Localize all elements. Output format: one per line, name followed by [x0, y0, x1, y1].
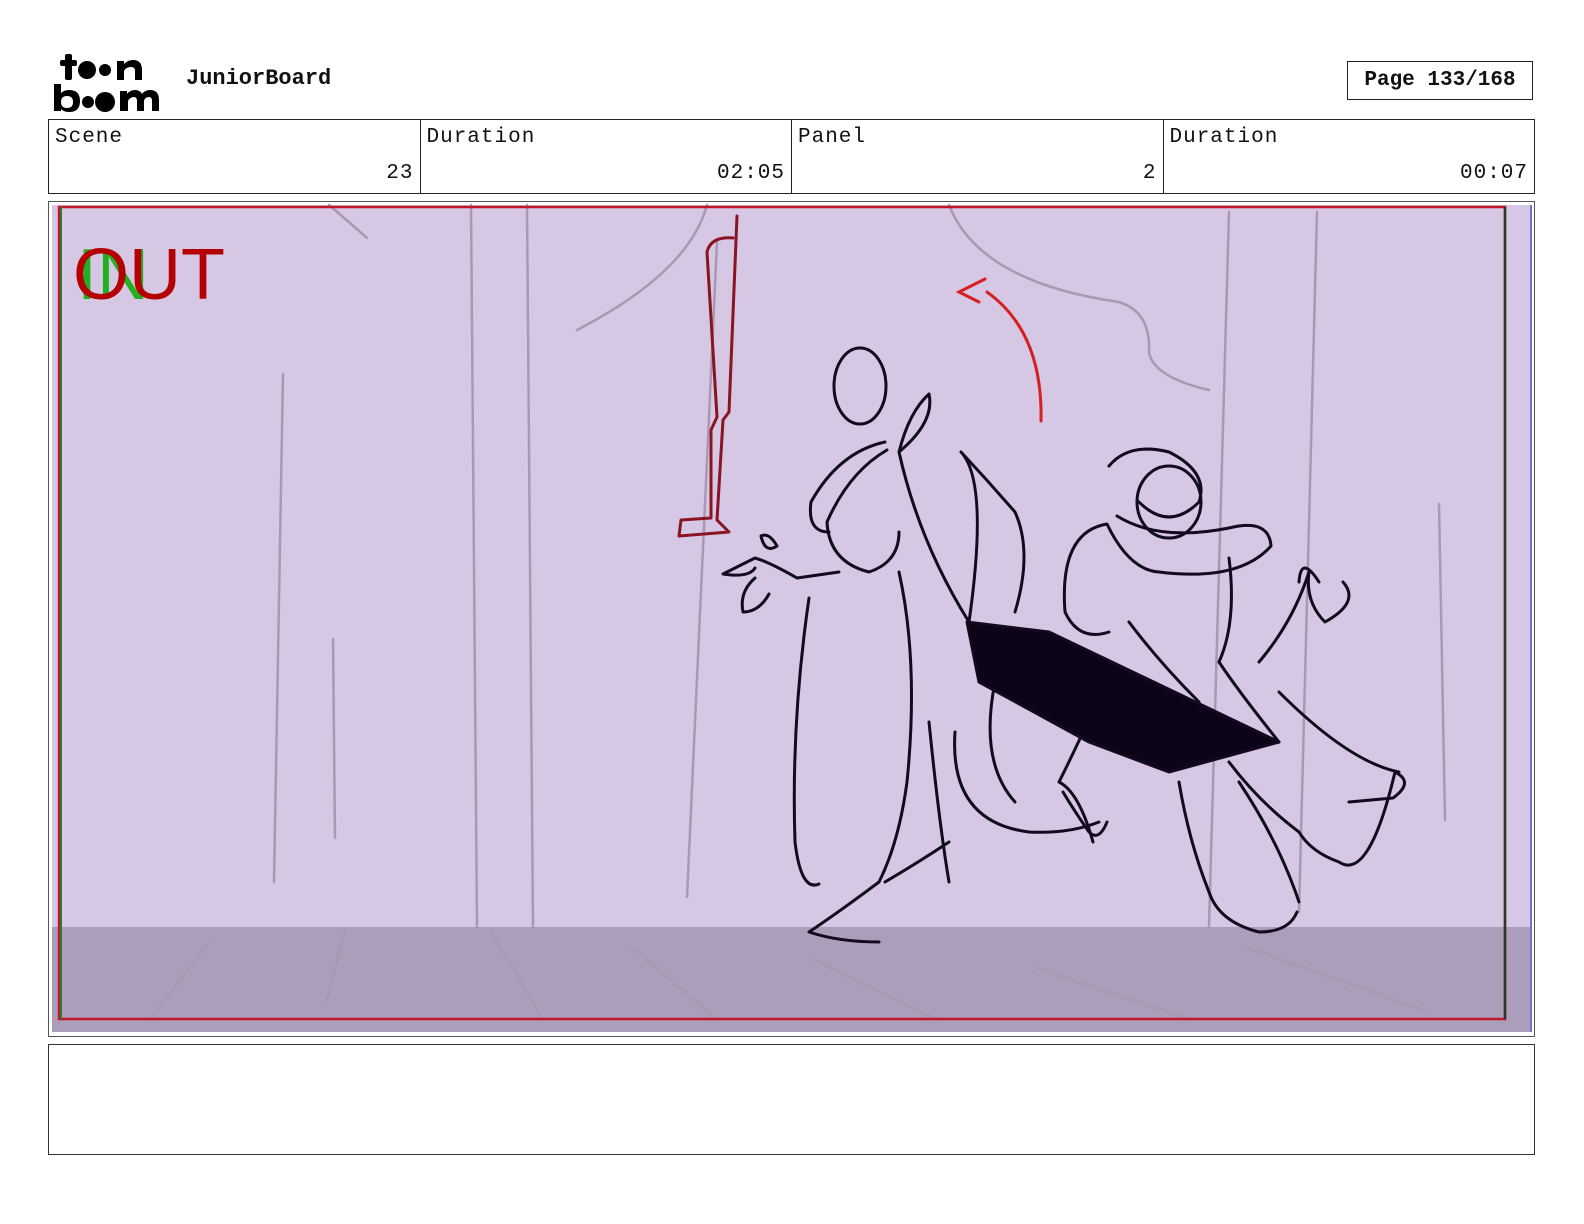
panel-drawing: IN OUT — [52, 203, 1532, 1032]
scene-value: 23 — [386, 162, 414, 185]
storyboard-panel: IN OUT — [48, 201, 1535, 1037]
app-name: JuniorBoard — [186, 66, 332, 91]
panel-info-row: Scene 23 Duration 02:05 Panel 2 Duration… — [48, 119, 1535, 194]
scene-duration-value: 02:05 — [716, 162, 785, 185]
panel-notes-box[interactable] — [48, 1044, 1535, 1155]
panel-duration-value: 00:07 — [1459, 162, 1528, 185]
panel-label: Panel — [798, 126, 867, 149]
panel-background — [52, 205, 1530, 1032]
scene-duration-label: Duration — [426, 126, 536, 149]
scene-cell: Scene 23 — [49, 120, 421, 193]
panel-duration-cell: Duration 00:07 — [1164, 120, 1535, 193]
scene-duration-cell: Duration 02:05 — [421, 120, 792, 193]
toon-boom-logo — [54, 54, 159, 112]
panel-floor — [52, 927, 1530, 1032]
panel-value: 2 — [1142, 162, 1157, 185]
panel-duration-label: Duration — [1169, 126, 1279, 149]
panel-cell: Panel 2 — [792, 120, 1164, 193]
scene-label: Scene — [55, 126, 124, 149]
page-indicator: Page 133/168 — [1347, 61, 1533, 100]
out-marker: OUT — [73, 235, 225, 315]
